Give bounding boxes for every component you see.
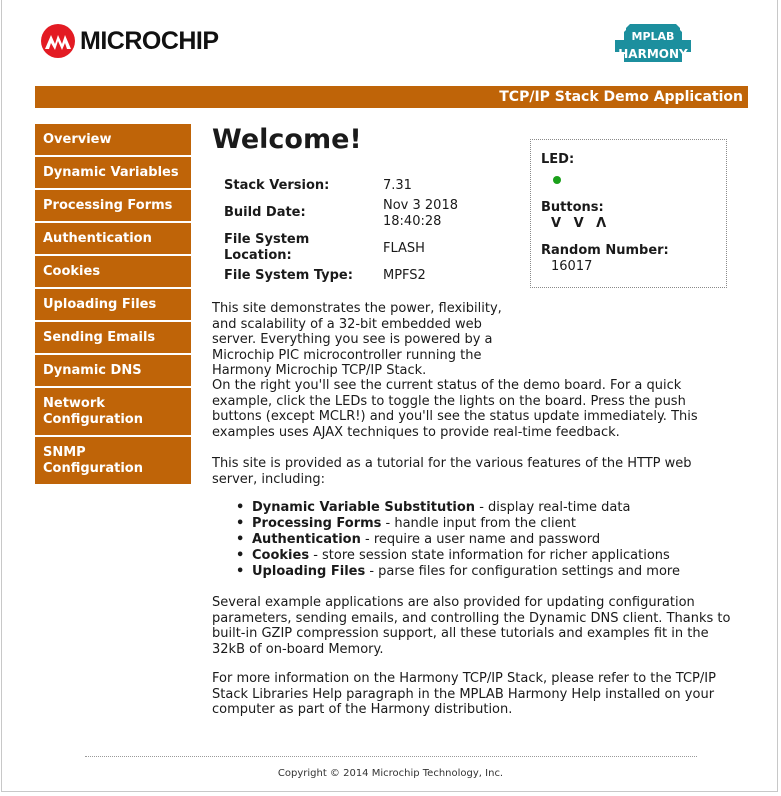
- page-title: Welcome!: [212, 124, 362, 155]
- feature-desc: - require a user name and password: [360, 532, 601, 547]
- list-item: Processing Forms - handle input from the…: [236, 516, 680, 532]
- intro-paragraph-1: This site demonstrates the power, flexib…: [212, 301, 512, 379]
- intro-paragraph-1-text: This site demonstrates the power, flexib…: [212, 301, 502, 378]
- list-item: Dynamic Variable Substitution - display …: [236, 500, 680, 516]
- feature-desc: - handle input from the client: [381, 516, 576, 531]
- footer-divider: [85, 756, 697, 757]
- buttons-state: V V Λ: [551, 216, 609, 231]
- info-value: 7.31: [383, 178, 412, 193]
- feature-desc: - display real-time data: [475, 500, 631, 515]
- title-banner: TCP/IP Stack Demo Application: [35, 86, 748, 108]
- feature-name: Uploading Files: [252, 564, 366, 579]
- list-item: Cookies - store session state informatio…: [236, 548, 680, 564]
- info-label: File System Type:: [224, 268, 353, 283]
- random-number-label: Random Number:: [541, 243, 669, 258]
- sidebar-item-dynamic-dns[interactable]: Dynamic DNS: [35, 355, 191, 388]
- info-value: FLASH: [383, 241, 425, 256]
- buttons-label: Buttons:: [541, 200, 604, 215]
- list-item: Authentication - require a user name and…: [236, 532, 680, 548]
- feature-desc: - store session state information for ri…: [309, 548, 670, 563]
- feature-list: Dynamic Variable Substitution - display …: [236, 500, 680, 580]
- feature-name: Authentication: [252, 532, 361, 547]
- intro-paragraph-2: On the right you'll see the current stat…: [212, 378, 698, 440]
- intro-paragraph-5: For more information on the Harmony TCP/…: [212, 671, 716, 717]
- board-status-panel: LED: Buttons: V V Λ Random Number: 16017: [530, 139, 727, 288]
- info-value: Nov 3 2018 18:40:28: [383, 198, 458, 229]
- mplab-harmony-logo: MPLAB HARMONY: [615, 24, 691, 62]
- sidebar-item-network-configuration[interactable]: Network Configuration: [35, 388, 191, 437]
- copyright-text: Copyright © 2014 Microchip Technology, I…: [277, 768, 504, 779]
- sidebar-item-snmp-configuration[interactable]: SNMP Configuration: [35, 437, 191, 486]
- led-indicator[interactable]: [553, 176, 561, 184]
- harmony-logo-bottom-text: HARMONY: [618, 47, 688, 61]
- random-number-value: 16017: [551, 259, 593, 274]
- sidebar-item-dynamic-variables[interactable]: Dynamic Variables: [35, 157, 191, 190]
- sidebar-item-overview[interactable]: Overview: [35, 124, 191, 157]
- info-label: File System Location:: [224, 232, 310, 263]
- sidebar-item-cookies[interactable]: Cookies: [35, 256, 191, 289]
- info-value: MPFS2: [383, 268, 426, 283]
- feature-name: Processing Forms: [252, 516, 382, 531]
- feature-name: Dynamic Variable Substitution: [252, 500, 476, 515]
- led-label: LED:: [541, 152, 575, 167]
- intro-paragraph-3: This site is provided as a tutorial for …: [212, 456, 692, 487]
- info-label: Build Date:: [224, 205, 306, 220]
- sidebar-item-uploading-files[interactable]: Uploading Files: [35, 289, 191, 322]
- list-item: Uploading Files - parse files for config…: [236, 564, 680, 580]
- sidebar-item-sending-emails[interactable]: Sending Emails: [35, 322, 191, 355]
- sidebar-item-authentication[interactable]: Authentication: [35, 223, 191, 256]
- sidebar-item-processing-forms[interactable]: Processing Forms: [35, 190, 191, 223]
- feature-desc: - parse files for configuration settings…: [365, 564, 680, 579]
- intro-paragraph-4: Several example applications are also pr…: [212, 595, 731, 657]
- info-label: Stack Version:: [224, 178, 330, 193]
- microchip-logo[interactable]: MICROCHIP: [40, 22, 219, 60]
- feature-name: Cookies: [252, 548, 310, 563]
- harmony-logo-top-text: MPLAB: [632, 30, 675, 43]
- sidebar-nav: Overview Dynamic Variables Processing Fo…: [35, 124, 191, 486]
- microchip-logo-icon: [41, 24, 75, 58]
- brand-wordmark: MICROCHIP: [80, 26, 219, 55]
